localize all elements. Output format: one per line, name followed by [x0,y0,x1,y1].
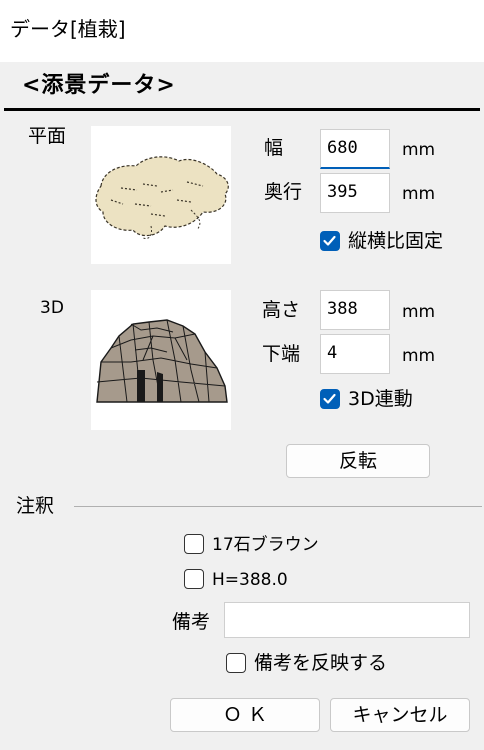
bottom-label: 下端 [262,343,301,365]
width-unit: mm [402,140,436,160]
width-field[interactable]: 680 [320,129,390,169]
view3d-label: 3D [40,298,64,318]
remarks-label: 備考 [172,611,211,633]
depth-field[interactable]: 395 [320,173,390,213]
link-3d-checkbox[interactable] [320,389,340,409]
bottom-unit: mm [402,346,436,366]
section-heading: <添景データ> [22,73,176,98]
reflect-remarks-label[interactable]: 備考を反映する [254,651,387,675]
shrub-plan-view-icon [95,156,229,239]
aspect-lock-checkbox[interactable] [320,231,340,251]
checkmark-icon [323,235,336,246]
name-label[interactable]: 17石ブラウン [212,533,319,557]
bottom-field[interactable]: 4 [320,334,390,374]
cancel-button[interactable]: キャンセル [330,698,470,732]
width-label: 幅 [264,137,284,159]
view3d-preview [91,290,231,430]
depth-unit: mm [402,184,436,204]
height-text-checkbox[interactable] [184,569,204,589]
checkmark-icon [323,393,336,404]
name-checkbox[interactable] [184,534,204,554]
depth-label: 奥行 [264,181,303,203]
aspect-lock-label[interactable]: 縦横比固定 [348,229,443,253]
flip-button[interactable]: 反転 [286,444,430,478]
remarks-field[interactable] [224,602,470,638]
heading-divider [4,108,480,111]
height-text-label[interactable]: H=388.0 [212,568,288,592]
plan-preview [91,126,231,264]
rock-3d-view-icon [96,319,228,403]
height-field[interactable]: 388 [320,290,390,330]
annotation-group-divider [74,506,482,507]
ok-button[interactable]: Ｏ Ｋ [170,698,320,732]
link-3d-label[interactable]: 3D連動 [348,387,413,411]
window-title: データ[植栽] [10,17,126,41]
reflect-remarks-checkbox[interactable] [226,653,246,673]
height-label: 高さ [262,299,301,321]
plan-label: 平面 [28,125,67,147]
height-unit: mm [402,302,436,322]
annotation-group-label: 注釈 [16,495,55,517]
